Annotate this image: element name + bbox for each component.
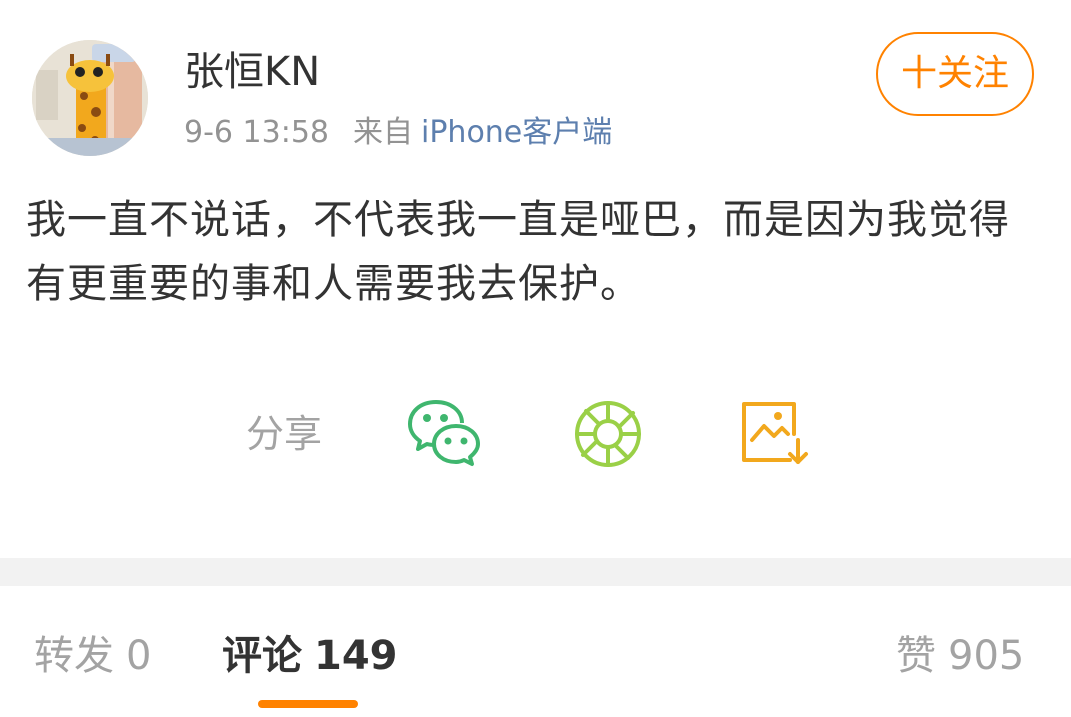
post-card: 张恒KN 9-6 13:58 来自 iPhone客户端 十关注 我一直不说话，不代表… — [0, 0, 1071, 558]
moments-icon[interactable] — [570, 396, 646, 472]
giraffe-avatar-image — [32, 40, 148, 156]
tab-repost-count: 0 — [126, 633, 152, 679]
post-content: 我一直不说话，不代表我一直是哑巴，而是因为我觉得有更重要的事和人需要我去保护。 — [26, 197, 1010, 307]
follow-button[interactable]: 十关注 — [876, 32, 1034, 116]
section-divider — [0, 558, 1071, 586]
tab-repost[interactable]: 转发 0 — [34, 630, 151, 682]
post-tabs: 转发 0 评论 149 赞 905 — [0, 586, 1071, 717]
save-image-icon[interactable] — [736, 396, 812, 472]
active-tab-indicator — [258, 700, 358, 708]
tab-like[interactable]: 赞 905 — [896, 630, 1024, 682]
tab-comment[interactable]: 评论 149 — [222, 630, 398, 682]
post-date: 9-6 13:58 — [184, 115, 329, 150]
source-client-link[interactable]: iPhone客户端 — [421, 115, 612, 150]
tab-repost-label: 转发 — [34, 633, 114, 679]
tab-like-count: 905 — [948, 633, 1025, 679]
post-meta: 9-6 13:58 来自 iPhone客户端 — [184, 112, 612, 154]
username[interactable]: 张恒KN — [184, 46, 320, 98]
wechat-icon[interactable] — [406, 396, 482, 472]
share-label: 分享 — [246, 412, 323, 456]
avatar[interactable] — [32, 40, 148, 156]
tab-comment-label: 评论 — [222, 633, 302, 679]
source-label: 来自 — [353, 115, 413, 150]
tab-comment-count: 149 — [314, 633, 398, 679]
tab-like-label: 赞 — [896, 633, 936, 679]
